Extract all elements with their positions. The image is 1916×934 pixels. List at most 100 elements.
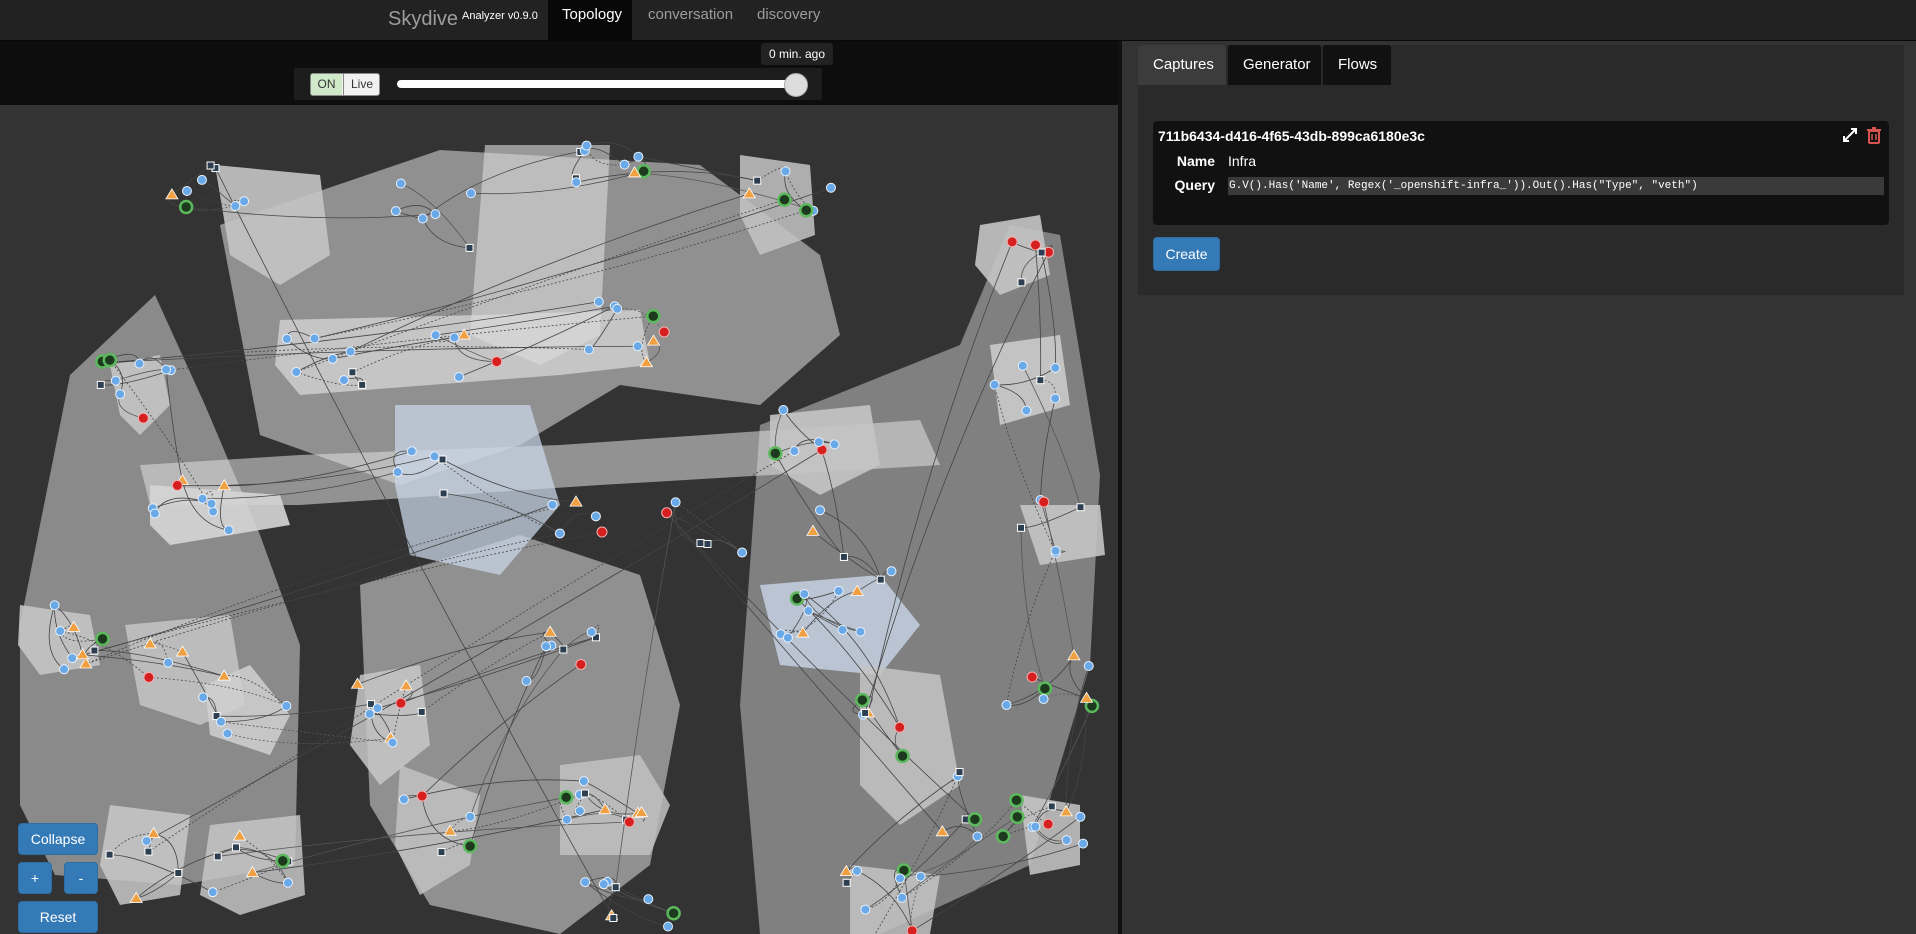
host-node-icon[interactable]	[95, 631, 110, 647]
namespace-node-icon[interactable]	[696, 539, 705, 548]
namespace-node-icon[interactable]	[753, 176, 762, 185]
namespace-node-icon[interactable]	[1036, 376, 1045, 385]
veth-node-icon[interactable]	[115, 389, 126, 400]
down-node-icon[interactable]	[906, 925, 918, 934]
veth-node-icon[interactable]	[886, 566, 897, 577]
nav-tab-conversation[interactable]: conversation	[634, 0, 740, 40]
veth-node-icon[interactable]	[392, 467, 403, 478]
down-node-icon[interactable]	[143, 671, 155, 683]
tab-generator[interactable]: Generator	[1228, 45, 1321, 85]
down-node-icon[interactable]	[623, 816, 635, 828]
veth-node-icon[interactable]	[387, 737, 398, 748]
veth-node-icon[interactable]	[855, 626, 866, 637]
veth-node-icon[interactable]	[581, 140, 592, 151]
namespace-node-icon[interactable]	[465, 243, 474, 252]
veth-node-icon[interactable]	[223, 525, 234, 536]
host-node-icon[interactable]	[102, 352, 118, 368]
veth-node-icon[interactable]	[364, 708, 375, 719]
veth-node-icon[interactable]	[198, 692, 209, 703]
down-node-icon[interactable]	[171, 479, 183, 491]
veth-node-icon[interactable]	[663, 921, 674, 932]
veth-node-icon[interactable]	[230, 201, 241, 212]
tab-flows[interactable]: Flows	[1323, 45, 1391, 85]
veth-node-icon[interactable]	[860, 904, 871, 915]
veth-node-icon[interactable]	[1078, 838, 1089, 849]
veth-node-icon[interactable]	[281, 701, 292, 712]
down-node-icon[interactable]	[1042, 818, 1054, 830]
topology-graph[interactable]	[0, 105, 1118, 934]
host-node-icon[interactable]	[777, 192, 792, 207]
down-node-icon[interactable]	[1006, 236, 1018, 248]
timeline-slider-track[interactable]	[397, 80, 797, 88]
host-node-icon[interactable]	[995, 829, 1011, 844]
veth-node-icon[interactable]	[561, 814, 572, 825]
veth-node-icon[interactable]	[345, 346, 356, 357]
veth-node-icon[interactable]	[583, 344, 594, 355]
namespace-node-icon[interactable]	[1047, 802, 1056, 811]
veth-node-icon[interactable]	[197, 493, 208, 504]
veth-node-icon[interactable]	[390, 206, 401, 217]
namespace-node-icon[interactable]	[842, 878, 851, 887]
veth-node-icon[interactable]	[49, 600, 60, 611]
veth-node-icon[interactable]	[632, 341, 643, 352]
down-node-icon[interactable]	[658, 326, 670, 338]
veth-node-icon[interactable]	[789, 446, 800, 457]
veth-node-icon[interactable]	[222, 728, 233, 739]
veth-node-icon[interactable]	[281, 333, 292, 344]
veth-node-icon[interactable]	[989, 379, 1000, 390]
veth-node-icon[interactable]	[633, 151, 644, 162]
veth-node-icon[interactable]	[778, 405, 789, 416]
veth-node-icon[interactable]	[852, 865, 863, 876]
veth-node-icon[interactable]	[1083, 661, 1094, 672]
veth-node-icon[interactable]	[521, 675, 532, 686]
veth-node-icon[interactable]	[59, 664, 70, 675]
namespace-node-icon[interactable]	[1037, 248, 1046, 257]
host-node-icon[interactable]	[1037, 681, 1053, 696]
veth-node-icon[interactable]	[398, 794, 409, 805]
veth-node-icon[interactable]	[1001, 700, 1012, 711]
veth-node-icon[interactable]	[67, 653, 78, 664]
timeline-slider-handle[interactable]	[784, 73, 808, 97]
namespace-node-icon[interactable]	[105, 850, 114, 859]
veth-node-icon[interactable]	[149, 508, 160, 519]
down-node-icon[interactable]	[894, 721, 906, 733]
expand-icon[interactable]	[1841, 126, 1859, 144]
nav-tab-discovery[interactable]: discovery	[743, 0, 833, 40]
veth-node-icon[interactable]	[372, 703, 383, 714]
veth-node-icon[interactable]	[670, 497, 681, 508]
down-node-icon[interactable]	[1026, 671, 1038, 683]
veth-node-icon[interactable]	[206, 498, 217, 509]
tab-captures[interactable]: Captures	[1138, 45, 1226, 85]
veth-node-icon[interactable]	[429, 451, 440, 462]
veth-node-icon[interactable]	[915, 871, 926, 882]
down-node-icon[interactable]	[1029, 239, 1041, 251]
veth-node-icon[interactable]	[619, 159, 630, 170]
namespace-node-icon[interactable]	[438, 455, 447, 464]
namespace-node-icon[interactable]	[358, 380, 367, 389]
host-node-icon[interactable]	[768, 446, 783, 461]
veth-node-icon[interactable]	[110, 375, 121, 386]
veth-node-icon[interactable]	[782, 632, 793, 643]
zoom-in-button[interactable]: +	[18, 862, 52, 894]
namespace-node-icon[interactable]	[96, 380, 105, 389]
host-node-icon[interactable]	[967, 812, 983, 827]
namespace-node-icon[interactable]	[609, 914, 618, 923]
namespace-node-icon[interactable]	[232, 843, 241, 852]
namespace-node-icon[interactable]	[206, 161, 215, 170]
host-node-icon[interactable]	[1009, 793, 1024, 808]
host-node-icon[interactable]	[799, 203, 814, 218]
veth-node-icon[interactable]	[825, 182, 836, 193]
veth-node-icon[interactable]	[590, 511, 601, 522]
namespace-node-icon[interactable]	[611, 883, 620, 892]
veth-node-icon[interactable]	[327, 353, 338, 364]
trash-icon[interactable]	[1865, 126, 1883, 144]
veth-node-icon[interactable]	[406, 446, 417, 457]
veth-node-icon[interactable]	[780, 166, 791, 177]
live-toggle-on[interactable]: ON	[311, 74, 342, 95]
zoom-out-button[interactable]: -	[64, 862, 98, 894]
namespace-node-icon[interactable]	[559, 645, 568, 654]
down-node-icon[interactable]	[491, 356, 503, 368]
reset-button[interactable]: Reset	[18, 901, 98, 933]
down-node-icon[interactable]	[137, 412, 149, 424]
veth-node-icon[interactable]	[449, 332, 460, 343]
